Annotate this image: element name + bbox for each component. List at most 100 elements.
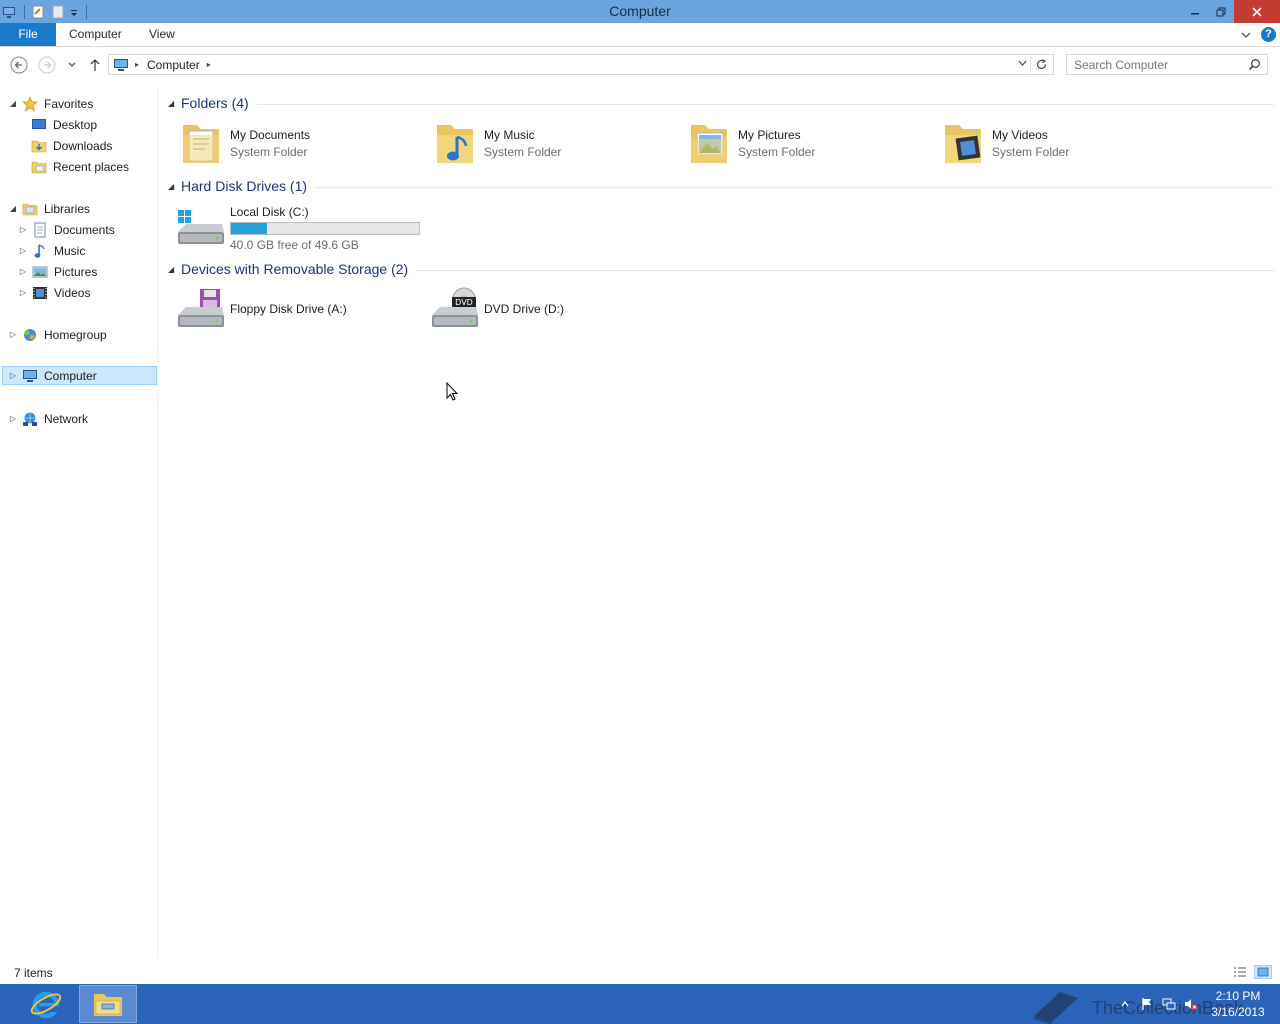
videos-icon <box>32 285 48 301</box>
tile-text: My Pictures System Folder <box>738 128 815 159</box>
collapse-arrow-icon[interactable]: ◢ <box>168 265 180 274</box>
tile-subtitle: System Folder <box>484 144 562 159</box>
nav-item-music[interactable]: ▷ Music <box>18 241 85 260</box>
tile-name: Floppy Disk Drive (A:) <box>230 302 347 316</box>
drive-tile-dvd-d[interactable]: DVD DVD Drive (D:) <box>430 283 564 335</box>
folder-tile-my-music[interactable]: My Music System Folder <box>430 117 561 169</box>
nav-network[interactable]: ▷ Network <box>8 409 88 428</box>
tile-name: DVD Drive (D:) <box>484 302 564 316</box>
collapse-arrow-icon[interactable]: ◢ <box>168 99 180 108</box>
breadcrumb-separator-icon[interactable]: ▸ <box>135 60 139 69</box>
expand-arrow-icon[interactable]: ▷ <box>8 330 18 339</box>
group-header-hard-disk-drives[interactable]: ◢ Hard Disk Drives (1) <box>166 175 1274 197</box>
nav-item-downloads[interactable]: Downloads <box>31 136 112 155</box>
refresh-icon[interactable] <box>1035 58 1048 71</box>
drive-tile-local-disk-c[interactable]: Local Disk (C:) 40.0 GB free of 49.6 GB <box>176 200 420 256</box>
nav-label: Computer <box>44 368 97 383</box>
nav-label: Favorites <box>44 96 94 111</box>
large-icons-view-icon[interactable] <box>1254 965 1272 979</box>
taskbar-clock[interactable]: 2:10 PM 3/16/2013 <box>1202 988 1274 1020</box>
nav-label: Music <box>54 243 86 258</box>
nav-label: Recent places <box>53 159 130 174</box>
nav-homegroup[interactable]: ▷ Homegroup <box>8 325 107 344</box>
expand-arrow-icon[interactable]: ▷ <box>18 288 28 297</box>
disk-usage-bar <box>230 221 420 235</box>
show-hidden-icons-icon[interactable] <box>1114 993 1136 1015</box>
search-icon[interactable] <box>1248 58 1261 71</box>
title-bar: Computer <box>0 0 1280 23</box>
navigation-bar: ▸ Computer ▸ <box>0 49 1280 81</box>
tile-name: My Pictures <box>738 127 801 142</box>
documents-folder-icon <box>176 118 226 168</box>
taskbar: TheCollectionBook 2:10 PM 3/16/2013 <box>0 984 1280 1024</box>
expand-arrow-icon[interactable]: ▷ <box>8 371 18 380</box>
nav-item-documents[interactable]: ▷ Documents <box>18 220 115 239</box>
nav-favorites[interactable]: ◢ Favorites <box>8 94 93 113</box>
nav-label: Network <box>44 411 89 426</box>
internet-explorer-icon[interactable] <box>17 985 75 1023</box>
address-bar[interactable]: ▸ Computer ▸ <box>108 54 1054 75</box>
computer-icon <box>113 58 129 72</box>
ribbon-right-controls: ? <box>1241 27 1276 42</box>
collapse-arrow-icon[interactable]: ◢ <box>168 182 180 191</box>
nav-computer[interactable]: ▷ Computer <box>2 366 157 385</box>
mouse-cursor-icon <box>446 381 459 405</box>
tile-text: DVD Drive (D:) <box>484 302 564 316</box>
file-explorer-icon[interactable] <box>79 985 137 1023</box>
action-center-flag-icon[interactable] <box>1136 993 1158 1015</box>
close-button[interactable] <box>1234 0 1280 23</box>
tab-view[interactable]: View <box>137 23 187 46</box>
clock-time: 2:10 PM <box>1215 989 1261 1003</box>
back-button[interactable] <box>9 55 29 75</box>
recent-places-icon <box>31 159 47 175</box>
nav-libraries[interactable]: ◢ Libraries <box>8 199 90 218</box>
nav-item-videos[interactable]: ▷ Videos <box>18 283 91 302</box>
tile-text: My Music System Folder <box>484 128 561 159</box>
star-icon <box>22 95 38 112</box>
tile-name: My Documents <box>230 127 311 142</box>
search-input[interactable] <box>1074 57 1244 72</box>
ribbon-tabs: File Computer View ? <box>0 23 1280 47</box>
expand-arrow-icon[interactable]: ▷ <box>18 246 28 255</box>
videos-folder-icon <box>938 118 988 168</box>
collapse-arrow-icon[interactable]: ◢ <box>8 204 18 213</box>
help-icon[interactable]: ? <box>1261 27 1276 42</box>
group-title: Folders (4) <box>181 95 249 111</box>
tile-text: My Documents System Folder <box>230 128 310 159</box>
breadcrumb-computer[interactable]: Computer <box>147 58 200 72</box>
folder-tile-my-videos[interactable]: My Videos System Folder <box>938 117 1069 169</box>
expand-arrow-icon[interactable]: ▷ <box>8 414 18 423</box>
nav-item-recent-places[interactable]: Recent places <box>31 157 129 176</box>
recent-locations-chevron-icon[interactable] <box>62 55 82 75</box>
forward-button[interactable] <box>37 55 57 75</box>
group-header-folders[interactable]: ◢ Folders (4) <box>166 92 1274 114</box>
tab-computer[interactable]: Computer <box>57 23 134 46</box>
expand-arrow-icon[interactable]: ▷ <box>18 267 28 276</box>
expand-ribbon-chevron-icon[interactable] <box>1241 28 1251 42</box>
minimize-button[interactable] <box>1182 0 1208 23</box>
volume-muted-icon[interactable] <box>1180 993 1202 1015</box>
nav-item-pictures[interactable]: ▷ Pictures <box>18 262 97 281</box>
expand-arrow-icon[interactable]: ▷ <box>18 225 28 234</box>
group-header-removable-storage[interactable]: ◢ Devices with Removable Storage (2) <box>166 258 1274 280</box>
folder-tile-my-documents[interactable]: My Documents System Folder <box>176 117 310 169</box>
search-box[interactable] <box>1066 54 1268 75</box>
folder-tile-my-pictures[interactable]: My Pictures System Folder <box>684 117 815 169</box>
nav-item-desktop[interactable]: Desktop <box>31 115 97 134</box>
homegroup-icon <box>22 327 38 343</box>
drive-tile-floppy-a[interactable]: Floppy Disk Drive (A:) <box>176 283 347 335</box>
window-controls <box>1182 0 1280 23</box>
restore-button[interactable] <box>1208 0 1234 23</box>
group-title: Hard Disk Drives (1) <box>181 178 308 194</box>
item-count: 7 items <box>14 966 53 980</box>
breadcrumb-separator-icon[interactable]: ▸ <box>207 60 211 69</box>
network-status-icon[interactable] <box>1158 993 1180 1015</box>
book-icon <box>1030 986 1082 1024</box>
details-view-icon[interactable] <box>1231 965 1249 979</box>
group-divider <box>315 186 1274 188</box>
collapse-arrow-icon[interactable]: ◢ <box>8 99 18 108</box>
address-history-chevron-icon[interactable] <box>1018 60 1027 67</box>
up-button[interactable] <box>85 55 105 75</box>
tab-file[interactable]: File <box>0 23 56 46</box>
documents-icon <box>32 222 48 238</box>
